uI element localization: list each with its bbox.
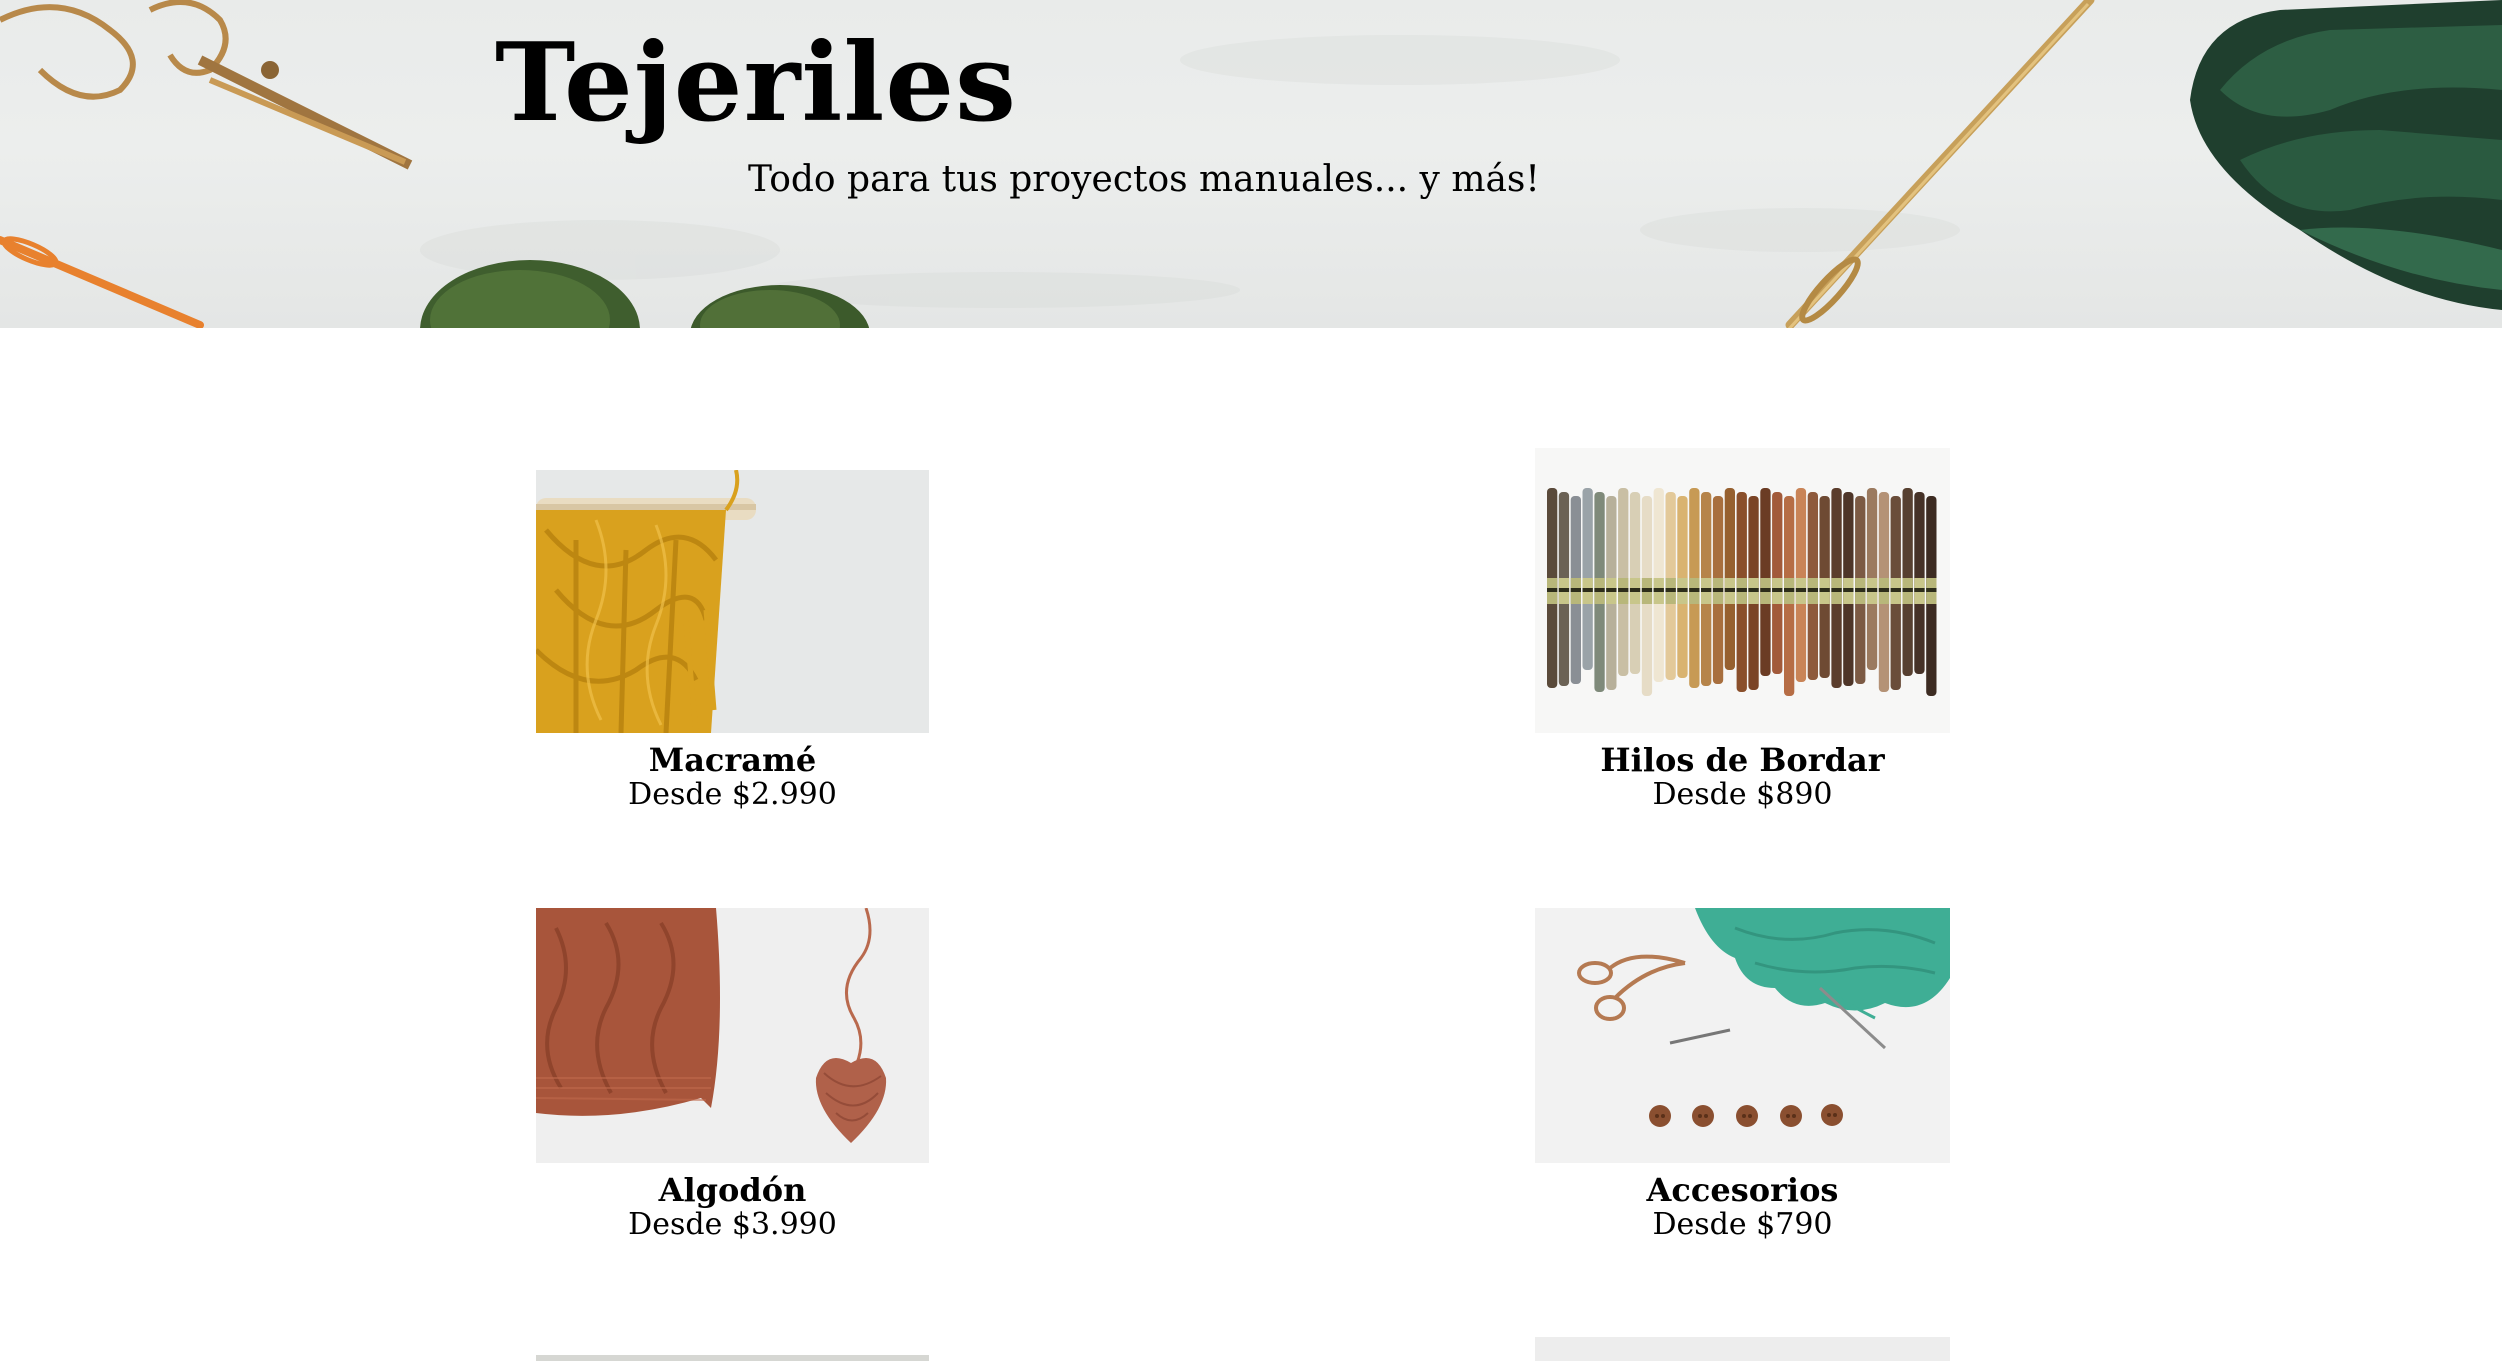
product-card-hilos-de-bordar[interactable]: Hilos de Bordar Desde $890 xyxy=(1535,448,1950,820)
next-product-image-right[interactable] xyxy=(1535,1337,1950,1361)
product-card-algodon[interactable]: Algodón Desde $3.990 xyxy=(536,908,929,1258)
product-name-accesorios[interactable]: Accesorios xyxy=(1435,1170,2050,1210)
product-name-hilos-de-bordar[interactable]: Hilos de Bordar xyxy=(1435,740,2050,780)
product-price-hilos-de-bordar: Desde $890 xyxy=(1652,777,1833,812)
product-name-algodon[interactable]: Algodón xyxy=(436,1170,1029,1210)
site-title: Tejeriles xyxy=(495,20,1017,146)
product-card-accesorios[interactable]: Accesorios Desde $790 xyxy=(1535,908,1950,1258)
gold-needle-image xyxy=(1785,0,2095,328)
embroidery-threads-image[interactable] xyxy=(1535,448,1950,733)
cotton-knit-image[interactable] xyxy=(536,908,929,1163)
accessories-image[interactable] xyxy=(1535,908,1950,1163)
green-ribbon-image xyxy=(2190,0,2502,310)
macrame-image[interactable] xyxy=(536,470,929,733)
site-header-banner: Tejeriles Todo para tus proyectos manual… xyxy=(0,0,2502,328)
product-price-accesorios: Desde $790 xyxy=(1652,1207,1833,1242)
next-product-image-left[interactable] xyxy=(536,1355,929,1361)
product-name-macrame[interactable]: Macramé xyxy=(436,740,1029,780)
product-card-macrame[interactable]: Macramé Desde $2.990 xyxy=(536,470,929,820)
orange-needle-image xyxy=(0,236,204,328)
product-card-next-right[interactable] xyxy=(1535,1337,1950,1361)
product-card-next-left[interactable] xyxy=(536,1355,929,1361)
product-price-algodon: Desde $3.990 xyxy=(628,1207,837,1242)
product-price-macrame: Desde $2.990 xyxy=(628,777,837,812)
scissors-image xyxy=(0,0,413,170)
site-tagline: Todo para tus proyectos manuales... y má… xyxy=(748,159,1540,200)
